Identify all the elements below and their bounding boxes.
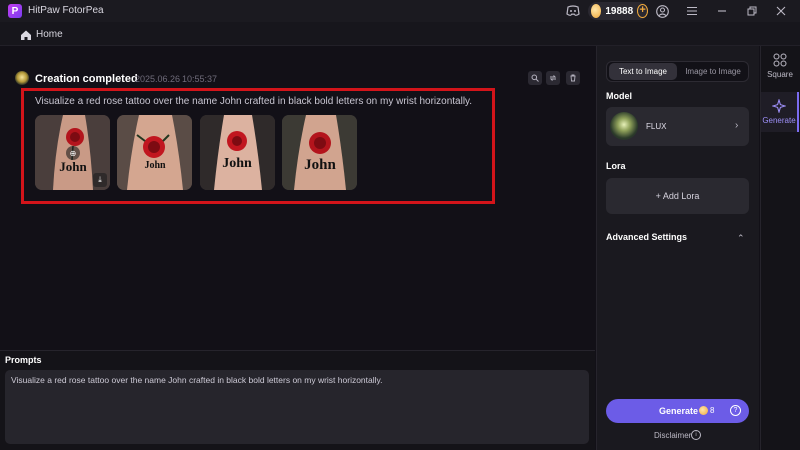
- user-circle-icon[interactable]: [654, 3, 670, 19]
- close-icon[interactable]: [773, 3, 789, 19]
- tattoo-text-4: John: [304, 157, 336, 173]
- help-icon[interactable]: ?: [730, 405, 741, 416]
- info-icon[interactable]: i: [691, 430, 701, 440]
- tattoo-text-1: John: [59, 159, 87, 174]
- coin-icon: [699, 406, 708, 415]
- regenerate-icon[interactable]: [546, 71, 560, 85]
- top-navigation: [0, 22, 800, 46]
- discord-icon[interactable]: [565, 3, 581, 19]
- coin-icon: [591, 4, 602, 18]
- creation-prompt: Visualize a red rose tattoo over the nam…: [35, 96, 473, 107]
- home-icon[interactable]: [20, 28, 32, 40]
- result-image-2[interactable]: John: [117, 115, 192, 190]
- tattoo-text-2: John: [144, 160, 166, 171]
- result-image-1[interactable]: John ⊕ ⤓: [35, 115, 110, 190]
- breadcrumb-home[interactable]: Home: [36, 29, 63, 40]
- coin-count: 19888: [605, 5, 634, 17]
- model-label: Model: [606, 91, 632, 101]
- sparkle-icon: [771, 98, 787, 114]
- prompts-label: Prompts: [5, 355, 42, 365]
- coin-balance[interactable]: 19888 +: [588, 2, 648, 20]
- model-name: FLUX: [646, 122, 667, 131]
- delete-icon[interactable]: [566, 71, 580, 85]
- minimize-icon[interactable]: [714, 3, 730, 19]
- zoom-preview-icon[interactable]: ⊕: [66, 146, 80, 160]
- generate-cost: 8: [710, 406, 715, 415]
- chevron-right-icon: ›: [735, 120, 739, 131]
- lora-label: Lora: [606, 161, 626, 171]
- model-thumbnail: [610, 112, 638, 140]
- title-bar: [0, 0, 800, 22]
- grid-icon: [772, 52, 788, 68]
- menu-icon[interactable]: [684, 3, 700, 19]
- advanced-settings-toggle[interactable]: Advanced Settings: [606, 232, 687, 242]
- creation-time: 10:55:37: [182, 74, 218, 84]
- add-coins-icon[interactable]: +: [637, 4, 648, 18]
- result-image-3[interactable]: John: [200, 115, 275, 190]
- creation-status-title: Creation completed: [35, 73, 138, 85]
- creation-status-icon: [15, 71, 29, 85]
- chevron-up-icon[interactable]: ⌃: [737, 233, 745, 244]
- rail-label-generate: Generate: [762, 116, 796, 125]
- rail-item-generate[interactable]: Generate: [761, 92, 799, 132]
- result-image-4[interactable]: John: [282, 115, 357, 190]
- restore-icon[interactable]: [744, 3, 760, 19]
- tab-image-to-image[interactable]: Image to Image: [679, 63, 747, 80]
- app-logo-icon: P: [8, 4, 22, 18]
- app-title: HitPaw FotorPea: [28, 5, 104, 16]
- rail-label-square: Square: [767, 70, 793, 79]
- zoom-icon[interactable]: [528, 71, 542, 85]
- generate-label[interactable]: Generate: [659, 406, 698, 416]
- download-icon[interactable]: ⤓: [93, 173, 107, 187]
- tattoo-text-3: John: [222, 156, 252, 171]
- prompts-value[interactable]: Visualize a red rose tattoo over the nam…: [11, 375, 383, 385]
- tab-text-to-image[interactable]: Text to Image: [609, 63, 677, 80]
- disclaimer-link[interactable]: Disclaimer: [654, 431, 691, 440]
- rail-item-square[interactable]: Square: [761, 46, 799, 86]
- add-lora-button[interactable]: + Add Lora: [606, 178, 749, 214]
- creation-date: 2025.06.26: [135, 74, 181, 84]
